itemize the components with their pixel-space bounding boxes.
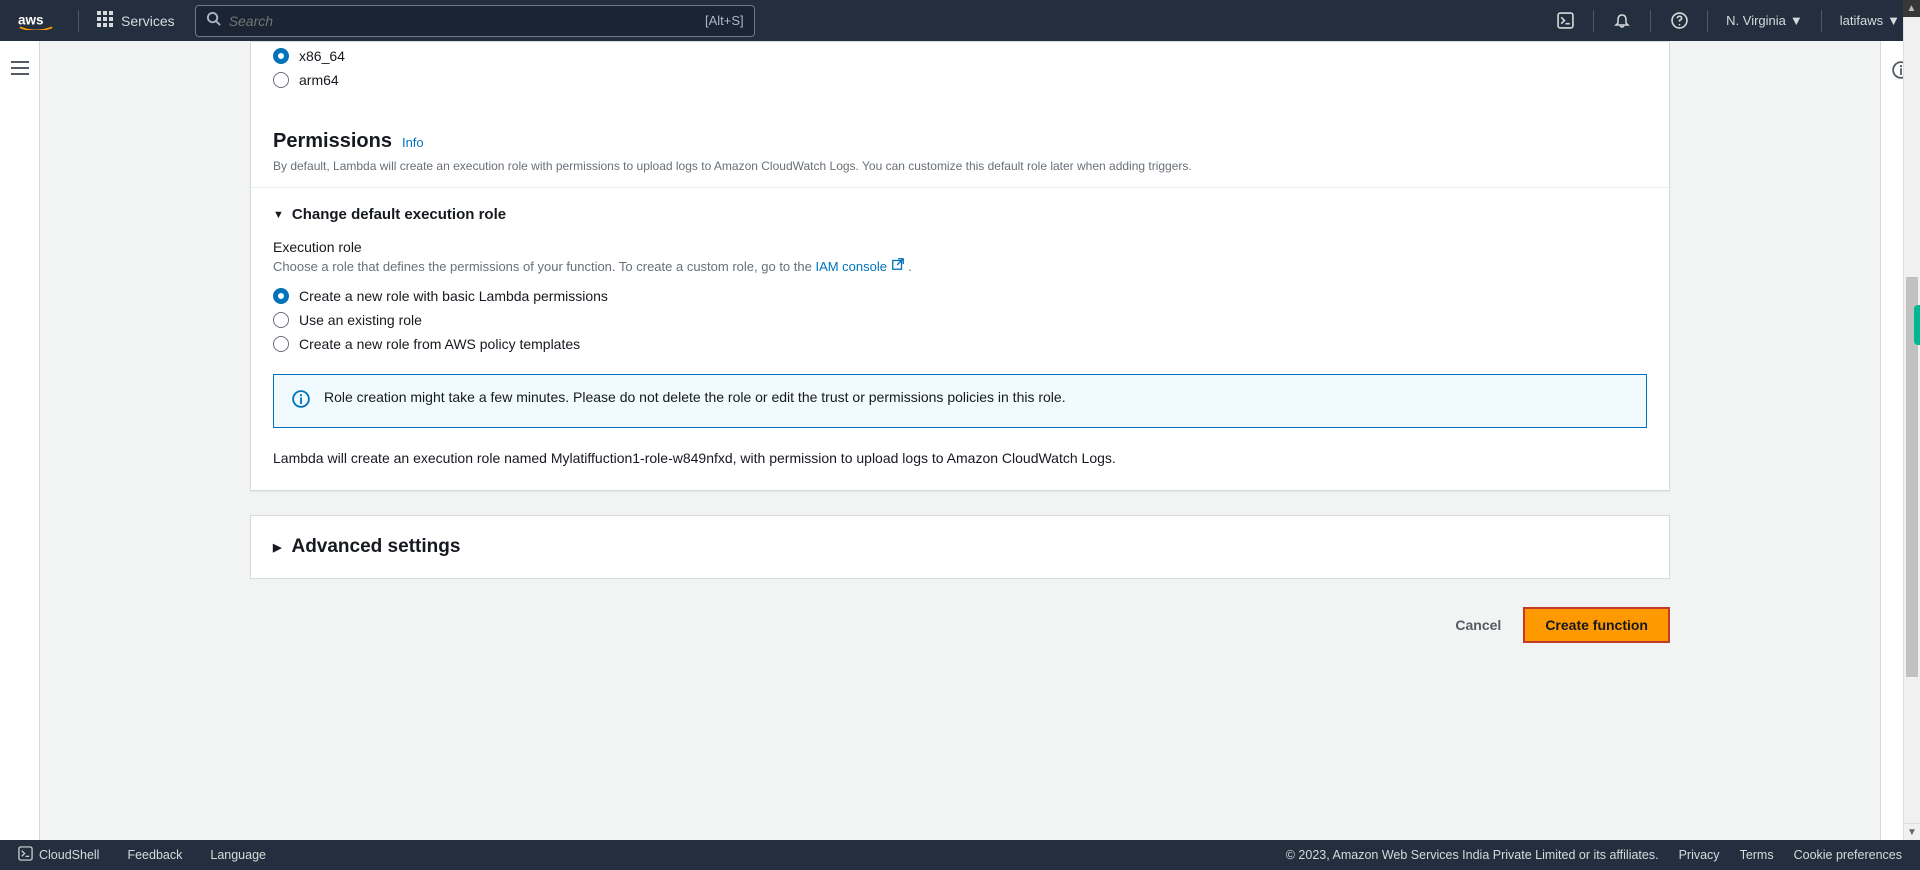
arch-option-x86[interactable]: x86_64	[273, 42, 1647, 68]
info-icon	[292, 390, 310, 413]
privacy-link[interactable]: Privacy	[1679, 848, 1720, 862]
hint-text-post: .	[908, 259, 912, 274]
action-row: Cancel Create function	[250, 579, 1670, 649]
terminal-icon	[18, 846, 33, 864]
chevron-down-icon: ▼	[1790, 13, 1803, 28]
role-option-existing[interactable]: Use an existing role	[273, 308, 1647, 332]
execution-role-expander[interactable]: ▼ Change default execution role	[273, 206, 1647, 223]
cancel-button[interactable]: Cancel	[1451, 609, 1505, 641]
role-summary-text: Lambda will create an execution role nam…	[273, 450, 1647, 490]
cloudshell-icon[interactable]	[1547, 3, 1583, 39]
radio-unselected-icon	[273, 312, 289, 328]
nav-divider	[1593, 10, 1594, 32]
triangle-down-icon: ▼	[273, 209, 284, 221]
info-link[interactable]: Info	[402, 135, 424, 150]
aws-logo[interactable]: aws	[16, 12, 56, 30]
advanced-heading-text: Advanced settings	[291, 536, 460, 558]
account-menu[interactable]: latifaws ▼	[1832, 13, 1908, 28]
role-option-template[interactable]: Create a new role from AWS policy templa…	[273, 332, 1647, 356]
execution-role-label: Execution role	[273, 239, 1647, 255]
cloudshell-label: CloudShell	[39, 848, 99, 862]
help-icon[interactable]	[1661, 3, 1697, 39]
feedback-link[interactable]: Feedback	[127, 848, 182, 862]
copyright-text: © 2023, Amazon Web Services India Privat…	[1286, 848, 1659, 862]
language-selector[interactable]: Language	[210, 848, 266, 862]
svg-text:aws: aws	[18, 12, 44, 27]
account-label: latifaws	[1840, 13, 1883, 28]
notifications-icon[interactable]	[1604, 3, 1640, 39]
main-content: x86_64 arm64 Permissions Info By default…	[40, 41, 1880, 840]
cookie-preferences-link[interactable]: Cookie preferences	[1794, 848, 1902, 862]
search-hint: [Alt+S]	[705, 13, 744, 28]
menu-toggle-icon[interactable]	[11, 61, 29, 80]
radio-label: Use an existing role	[299, 312, 422, 328]
external-link-icon	[891, 257, 905, 271]
radio-label: x86_64	[299, 48, 345, 64]
scrollbar-track[interactable]	[1903, 17, 1920, 840]
advanced-settings-expander[interactable]: ▶ Advanced settings	[273, 536, 1647, 558]
iam-console-link[interactable]: IAM console	[815, 259, 908, 274]
advanced-settings-panel: ▶ Advanced settings	[250, 515, 1670, 579]
radio-label: arm64	[299, 72, 339, 88]
cloudshell-button[interactable]: CloudShell	[18, 846, 99, 864]
role-creation-alert: Role creation might take a few minutes. …	[273, 374, 1647, 428]
alert-text: Role creation might take a few minutes. …	[324, 389, 1066, 405]
scroll-up-arrow[interactable]: ▲	[1903, 0, 1920, 17]
radio-selected-icon	[273, 288, 289, 304]
role-option-new-basic[interactable]: Create a new role with basic Lambda perm…	[273, 284, 1647, 308]
create-function-button[interactable]: Create function	[1523, 607, 1670, 643]
divider	[251, 187, 1669, 188]
heading-text: Permissions	[273, 130, 392, 153]
search-icon	[206, 11, 221, 31]
nav-divider	[1821, 10, 1822, 32]
terms-link[interactable]: Terms	[1740, 848, 1774, 862]
hint-text-pre: Choose a role that defines the permissio…	[273, 259, 815, 274]
region-selector[interactable]: N. Virginia ▼	[1718, 13, 1811, 28]
nav-divider	[78, 10, 79, 32]
nav-divider	[1707, 10, 1708, 32]
radio-unselected-icon	[273, 72, 289, 88]
radio-label: Create a new role with basic Lambda perm…	[299, 288, 608, 304]
grid-icon	[97, 11, 113, 30]
chevron-down-icon: ▼	[1887, 13, 1900, 28]
permissions-heading: Permissions Info	[273, 130, 1647, 153]
arch-option-arm64[interactable]: arm64	[273, 68, 1647, 102]
footer: CloudShell Feedback Language © 2023, Ama…	[0, 840, 1920, 870]
scroll-down-arrow[interactable]: ▼	[1903, 823, 1920, 840]
search-input[interactable]	[229, 13, 705, 29]
expander-label: Change default execution role	[292, 206, 506, 223]
left-rail	[0, 41, 40, 840]
execution-role-hint: Choose a role that defines the permissio…	[273, 257, 1647, 274]
triangle-right-icon: ▶	[273, 541, 281, 554]
region-label: N. Virginia	[1726, 13, 1786, 28]
permissions-description: By default, Lambda will create an execut…	[273, 159, 1647, 173]
services-menu[interactable]: Services	[89, 11, 183, 30]
nav-divider	[1650, 10, 1651, 32]
config-panel: x86_64 arm64 Permissions Info By default…	[250, 41, 1670, 491]
radio-selected-icon	[273, 48, 289, 64]
radio-unselected-icon	[273, 336, 289, 352]
side-tab-handle[interactable]	[1914, 305, 1920, 345]
global-search[interactable]: [Alt+S]	[195, 5, 755, 37]
global-nav: aws Services [Alt+S] N. Virginia ▼ latif…	[0, 0, 1920, 41]
link-text: IAM console	[815, 259, 887, 274]
services-label: Services	[121, 13, 175, 29]
radio-label: Create a new role from AWS policy templa…	[299, 336, 580, 352]
